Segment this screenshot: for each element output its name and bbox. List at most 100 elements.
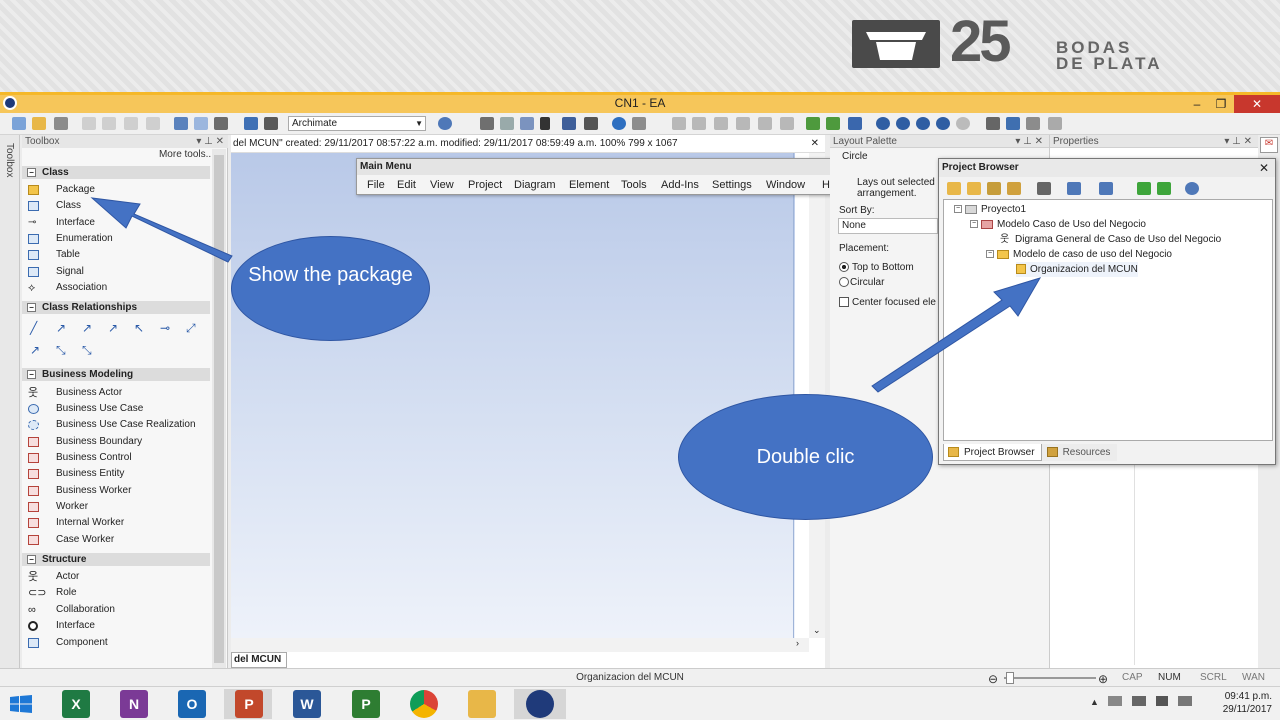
- toolbox-item-business-entity[interactable]: Business Entity: [22, 466, 210, 482]
- chevron-right-icon[interactable]: ›: [796, 638, 799, 648]
- zoom-slider-thumb[interactable]: [1006, 672, 1014, 684]
- menu-diagram[interactable]: Diagram: [514, 179, 556, 191]
- tray-chevron-icon[interactable]: ▲: [1090, 697, 1099, 707]
- toolbox-item-class[interactable]: Class: [22, 198, 210, 214]
- close-icon[interactable]: ✕: [1259, 161, 1269, 175]
- menu-window[interactable]: Window: [766, 179, 805, 191]
- tree-node-digrama-general[interactable]: 웃 Digrama General de Caso de Uso del Nego…: [1000, 232, 1221, 247]
- volume-icon[interactable]: [1156, 696, 1168, 706]
- tree-node-proyecto1[interactable]: − Proyecto1: [954, 202, 1026, 217]
- space-icon[interactable]: [780, 117, 794, 130]
- zoom-page-icon[interactable]: [956, 117, 970, 130]
- zoom-out-icon[interactable]: [896, 117, 910, 130]
- placement-top-to-bottom-radio[interactable]: Top to Bottom: [839, 262, 914, 273]
- font-icon[interactable]: [540, 117, 550, 130]
- align-left-icon[interactable]: [672, 117, 686, 130]
- toolbox-item-association[interactable]: ⟡ Association: [22, 280, 210, 296]
- target-icon[interactable]: [1185, 182, 1199, 195]
- toolbox-item-component[interactable]: Component: [22, 635, 210, 651]
- new-diagram-icon[interactable]: [1099, 182, 1113, 195]
- menu-edit[interactable]: Edit: [397, 179, 416, 191]
- collapse-icon[interactable]: −: [27, 555, 36, 564]
- usage-icon[interactable]: ⤡: [82, 344, 96, 356]
- toolbox-item-package[interactable]: Package: [22, 182, 210, 198]
- layout-option[interactable]: Circle: [842, 151, 942, 162]
- text-icon[interactable]: [520, 117, 534, 130]
- generalization-icon[interactable]: ↗: [82, 322, 96, 334]
- toolbox-item-interface-structure[interactable]: Interface: [22, 618, 210, 634]
- new-model-icon[interactable]: [1007, 182, 1021, 195]
- word-icon[interactable]: W: [293, 690, 321, 718]
- menu-view[interactable]: View: [430, 179, 454, 191]
- toolbox-category-structure[interactable]: − Structure: [22, 553, 210, 566]
- maximize-button[interactable]: ❐: [1206, 95, 1236, 113]
- toolbox-item-business-use-case[interactable]: Business Use Case: [22, 401, 210, 417]
- network-icon[interactable]: [1108, 696, 1122, 706]
- mail-icon[interactable]: ✉: [1260, 137, 1278, 153]
- new-icon[interactable]: [12, 117, 26, 130]
- toolbox-item-worker[interactable]: Worker: [22, 499, 210, 515]
- more-tools-button[interactable]: More tools...: [22, 149, 214, 160]
- tab-project-browser[interactable]: Project Browser: [943, 444, 1042, 461]
- tools-icon[interactable]: [986, 117, 1000, 130]
- zoom-fit-icon[interactable]: [936, 117, 950, 130]
- monitor-icon[interactable]: [1132, 696, 1146, 706]
- sort-by-select[interactable]: None: [838, 218, 938, 234]
- panel-controls-icon[interactable]: ▾ ⊥ ✕: [196, 135, 224, 148]
- align-top-icon[interactable]: [714, 117, 728, 130]
- zoom-in-icon[interactable]: [876, 117, 890, 130]
- toolbox-item-collaboration[interactable]: ∞ Collaboration: [22, 602, 210, 618]
- toolbox-category-class[interactable]: − Class: [22, 166, 210, 179]
- center-focused-checkbox[interactable]: Center focused ele: [839, 297, 936, 308]
- globe-icon[interactable]: [612, 117, 626, 130]
- onenote-icon[interactable]: N: [120, 690, 148, 718]
- menu-project[interactable]: Project: [468, 179, 502, 191]
- toolbox-item-business-worker[interactable]: Business Worker: [22, 483, 210, 499]
- forward-icon[interactable]: [826, 117, 840, 130]
- image-icon[interactable]: [562, 117, 576, 130]
- new-folder-icon[interactable]: [967, 182, 981, 195]
- toolbox-category-class-relationships[interactable]: − Class Relationships: [22, 301, 210, 314]
- panel-controls-icon[interactable]: ▾ ⊥ ✕: [1224, 135, 1252, 148]
- page-icon[interactable]: [194, 117, 208, 130]
- menu-tools[interactable]: Tools: [621, 179, 647, 191]
- composition-icon[interactable]: ↖: [134, 322, 148, 334]
- chrome-icon[interactable]: [410, 690, 438, 718]
- zoom-slider[interactable]: [1004, 677, 1096, 679]
- align-center-icon[interactable]: [692, 117, 706, 130]
- project-icon[interactable]: P: [352, 690, 380, 718]
- placement-circular-radio[interactable]: Circular: [839, 277, 884, 288]
- diagram-horizontal-scrollbar[interactable]: ›: [231, 638, 809, 652]
- directed-association-icon[interactable]: ↗: [56, 322, 70, 334]
- collapse-icon[interactable]: −: [986, 250, 994, 259]
- redo-icon[interactable]: [146, 117, 160, 130]
- align-middle-icon[interactable]: [736, 117, 750, 130]
- undo-icon[interactable]: [124, 117, 138, 130]
- menu-add-ins[interactable]: Add-Ins: [661, 179, 699, 191]
- toolbox-item-signal[interactable]: Signal: [22, 264, 210, 280]
- note-icon[interactable]: [500, 117, 514, 130]
- collapse-icon[interactable]: −: [954, 205, 962, 214]
- zoom-normal-icon[interactable]: [916, 117, 930, 130]
- toolbox-item-case-worker[interactable]: Case Worker: [22, 532, 210, 548]
- outlook-icon[interactable]: O: [178, 690, 206, 718]
- home-icon[interactable]: [848, 117, 862, 130]
- print-icon[interactable]: [214, 117, 228, 130]
- toolbox-item-actor[interactable]: 웃 Actor: [22, 569, 210, 585]
- save-icon[interactable]: [54, 117, 68, 130]
- tab-resources[interactable]: Resources: [1041, 444, 1118, 461]
- enterprise-architect-icon[interactable]: [526, 690, 554, 718]
- collapse-icon[interactable]: −: [27, 303, 36, 312]
- cut-icon[interactable]: [82, 117, 96, 130]
- browse-icon[interactable]: [264, 117, 278, 130]
- diagram-canvas[interactable]: [231, 153, 795, 638]
- new-element-icon[interactable]: [1067, 182, 1081, 195]
- tree-node-modelo-caso-uso[interactable]: − Modelo Caso de Uso del Negocio: [970, 217, 1146, 232]
- new-package-icon[interactable]: [947, 182, 961, 195]
- back-icon[interactable]: [806, 117, 820, 130]
- toolbox-item-business-use-case-realization[interactable]: Business Use Case Realization: [22, 417, 210, 433]
- tree-node-modelo-de-caso[interactable]: − Modelo de caso de uso del Negocio: [986, 247, 1172, 262]
- clear-icon[interactable]: [1048, 117, 1062, 130]
- panel-controls-icon[interactable]: ▾ ⊥ ✕: [1015, 135, 1043, 148]
- chevron-down-icon[interactable]: ⌄: [813, 625, 821, 636]
